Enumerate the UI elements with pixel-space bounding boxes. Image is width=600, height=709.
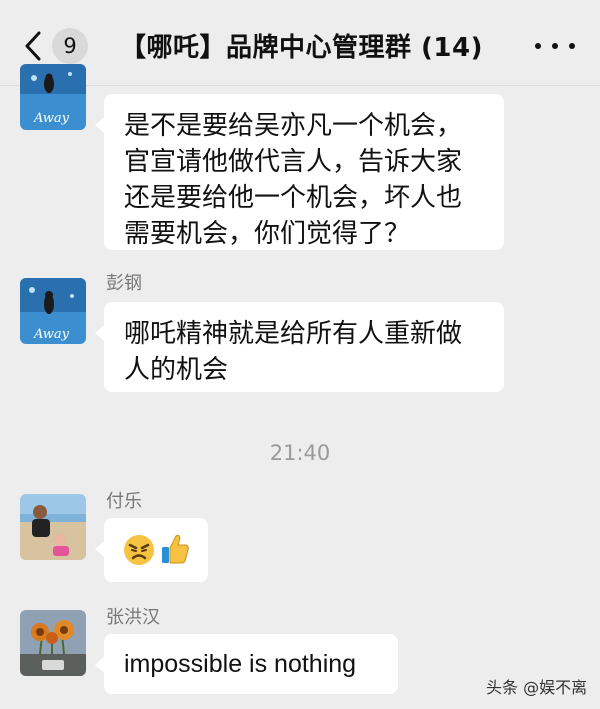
more-dot <box>535 43 541 49</box>
thumbs-up-emoji <box>162 534 189 564</box>
message-bubble[interactable]: 是不是要给吴亦凡一个机会， 官宣请他做代言人，告诉大家 还是要给他一个机会，坏人… <box>95 94 504 250</box>
source-watermark: 头条 @娱不离 <box>486 678 588 697</box>
message-avatar[interactable] <box>20 494 86 560</box>
unread-count-badge: 9 <box>52 28 88 64</box>
back-button[interactable]: 9 <box>22 26 92 66</box>
message-avatar[interactable]: Away <box>20 278 86 344</box>
message-bubble[interactable]: impossible is nothing <box>95 634 398 694</box>
message-line: 人的机会 <box>124 355 229 385</box>
away-avatar-icon: Away <box>20 278 86 344</box>
chat-header: 9 【哪吒】品牌中心管理群 (14) <box>0 0 600 86</box>
message-avatar[interactable] <box>20 610 86 676</box>
message-bubble[interactable] <box>95 518 208 582</box>
message-bubble[interactable]: 哪吒精神就是给所有人重新做 人的机会 <box>95 302 504 392</box>
more-dot <box>569 43 575 49</box>
message-line: impossible is nothing <box>124 650 357 678</box>
message-line: 哪吒精神就是给所有人重新做 <box>124 319 463 349</box>
more-dot <box>552 43 558 49</box>
message-line: 官宣请他做代言人，告诉大家 <box>124 147 463 177</box>
sender-name: 付乐 <box>106 491 142 512</box>
angry-face-emoji <box>124 535 154 565</box>
message-line: 需要机会，你们觉得了？ <box>124 219 411 249</box>
time-divider: 21:40 <box>269 441 331 465</box>
svg-text:Away: Away <box>33 111 70 126</box>
chevron-left-icon <box>25 31 41 61</box>
away-avatar-icon: Away <box>20 64 86 130</box>
more-options-button[interactable] <box>535 34 575 58</box>
message-avatar[interactable]: Away <box>20 64 86 130</box>
message-line: 是不是要给吴亦凡一个机会， <box>124 111 463 141</box>
flowers-photo-avatar-icon <box>20 610 86 676</box>
message-line: 还是要给他一个机会，坏人也 <box>124 183 463 213</box>
sender-name: 张洪汉 <box>106 607 160 628</box>
chat-title: 【哪吒】品牌中心管理群 (14) <box>120 33 483 63</box>
svg-text:Away: Away <box>33 327 70 342</box>
sender-name: 彭钢 <box>106 273 142 294</box>
beach-photo-avatar-icon <box>20 494 86 560</box>
